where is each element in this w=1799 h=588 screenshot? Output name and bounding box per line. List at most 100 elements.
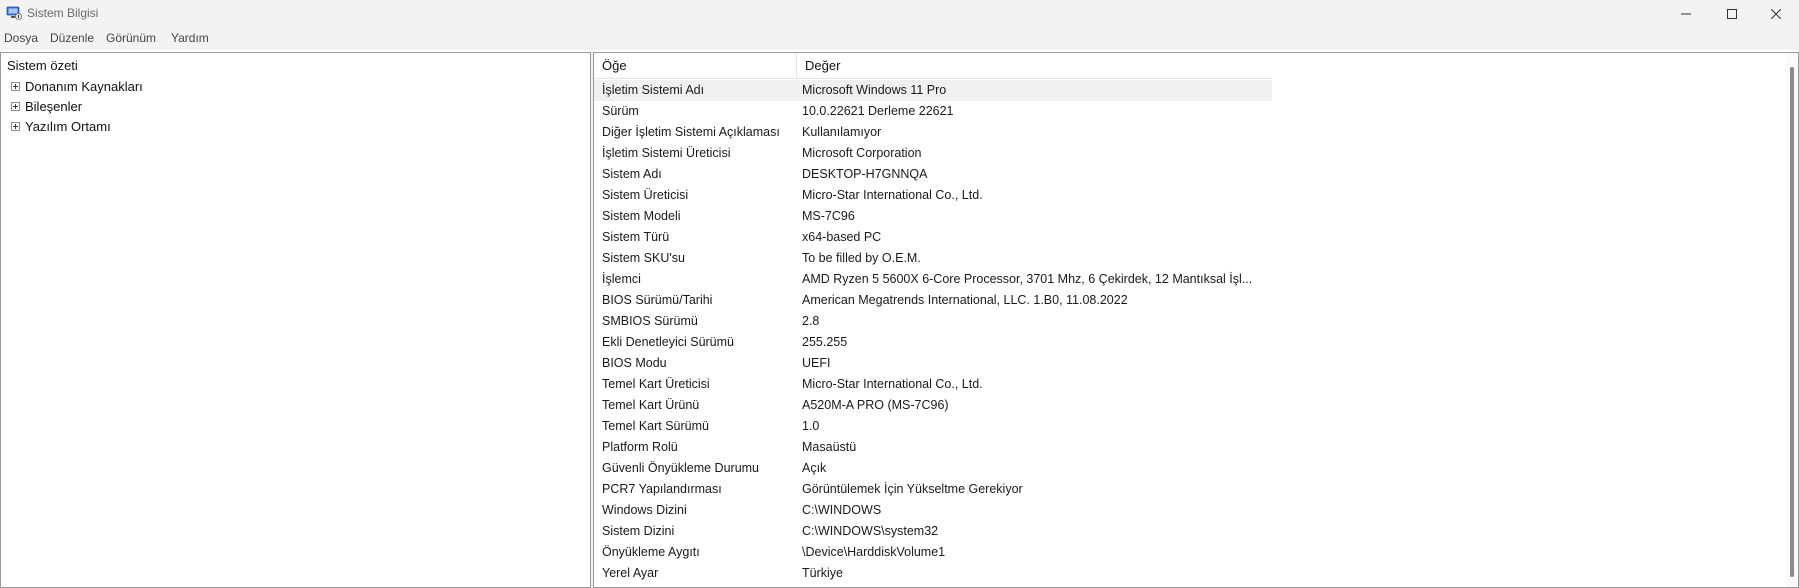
table-row[interactable]: Platform Rolü Masaüstü [594,437,1272,458]
value-cell: UEFI [802,356,831,370]
vertical-scrollbar[interactable] [1787,53,1797,587]
expand-icon[interactable] [11,81,20,91]
menu-duzenle[interactable]: Düzenle [50,31,94,45]
menu-bar: Dosya Düzenle Görünüm Yardım [0,28,1799,50]
menu-dosya[interactable]: Dosya [4,31,38,45]
table-row[interactable]: Sistem Modeli MS-7C96 [594,206,1272,227]
tree-node-label: Yazılım Ortamı [25,118,111,134]
table-row[interactable]: Sistem Adı DESKTOP-H7GNNQA [594,164,1272,185]
value-cell: Micro-Star International Co., Ltd. [802,377,983,391]
system-info-app-icon [6,6,22,20]
value-cell: Masaüstü [802,440,857,454]
value-cell: Microsoft Windows 11 Pro [802,83,947,97]
item-cell: BIOS Modu [602,356,667,370]
table-row[interactable]: İşletim Sistemi Adı Microsoft Windows 11 … [594,80,1272,101]
tree-node-bilesenler[interactable]: Bileşenler [11,97,82,115]
table-row[interactable]: Temel Kart Sürümü 1.0 [594,416,1272,437]
table-row[interactable]: Sistem Üreticisi Micro-Star International… [594,185,1272,206]
item-cell: BIOS Sürümü/Tarihi [602,293,713,307]
table-row[interactable]: Önyükleme Aygıtı \Device\HarddiskVolume1 [594,542,1272,563]
value-cell: Türkiye [802,566,843,580]
window-title: Sistem Bilgisi [27,6,99,20]
table-row[interactable]: Sistem Türü x64-based PC [594,227,1272,248]
maximize-button[interactable] [1709,0,1755,28]
item-cell: Sistem SKU'su [602,251,685,265]
value-cell: A520M-A PRO (MS-7C96) [802,398,949,412]
value-cell: Microsoft Corporation [802,146,922,160]
value-cell: 2.8 [802,314,820,328]
scrollbar-thumb[interactable] [1790,67,1794,577]
table-row[interactable]: Temel Kart Ürünü A520M-A PRO (MS-7C96) [594,395,1272,416]
item-cell: PCR7 Yapılandırması [602,482,722,496]
table-row[interactable]: İşlemci AMD Ryzen 5 5600X 6-Core Processo… [594,269,1272,290]
table-row[interactable]: Temel Kart Üreticisi Micro-Star Internati… [594,374,1272,395]
title-bar[interactable]: Sistem Bilgisi [0,0,1799,28]
menu-yardim[interactable]: Yardım [171,31,209,45]
item-cell: Önyükleme Aygıtı [602,545,700,559]
close-button[interactable] [1753,0,1799,28]
value-cell: 1.0 [802,419,820,433]
value-cell: DESKTOP-H7GNNQA [802,167,928,181]
table-row[interactable]: Sistem SKU'su To be filled by O.E.M. [594,248,1272,269]
item-cell: Platform Rolü [602,440,678,454]
value-cell: x64-based PC [802,230,882,244]
item-cell: İşlemci [602,272,641,286]
item-cell: Yerel Ayar [602,566,659,580]
column-header: Öğe Değer [594,53,1272,79]
value-cell: AMD Ryzen 5 5600X 6-Core Processor, 3701… [802,272,1253,286]
item-cell: İşletim Sistemi Üreticisi [602,146,731,160]
table-row[interactable]: PCR7 Yapılandırması Görüntülemek İçin Yük… [594,479,1272,500]
item-cell: Ekli Denetleyici Sürümü [602,335,734,349]
item-cell: Sürüm [602,104,639,118]
table-row[interactable]: Windows Dizini C:\WINDOWS [594,500,1272,521]
tree-node-donanim-kaynaklari[interactable]: Donanım Kaynakları [11,77,143,95]
column-header-value[interactable]: Değer [797,53,1272,78]
item-cell: Sistem Modeli [602,209,681,223]
tree-node-yazilim-ortami[interactable]: Yazılım Ortamı [11,117,111,135]
item-cell: Temel Kart Sürümü [602,419,709,433]
tree-node-label: Bileşenler [25,98,83,114]
item-cell: Sistem Türü [602,230,670,244]
value-cell: C:\WINDOWS [802,503,882,517]
table-row[interactable]: Ekli Denetleyici Sürümü 255.255 [594,332,1272,353]
item-cell: SMBIOS Sürümü [602,314,698,328]
minimize-button[interactable] [1663,0,1709,28]
value-cell: 10.0.22621 Derleme 22621 [802,104,954,118]
close-icon [1771,9,1781,19]
item-cell: İşletim Sistemi Adı [602,83,705,97]
table-row[interactable]: BIOS Sürümü/Tarihi American Megatrends In… [594,290,1272,311]
value-cell: 255.255 [802,335,848,349]
expand-icon[interactable] [11,121,20,131]
value-cell: MS-7C96 [802,209,855,223]
item-cell: Sistem Adı [602,167,662,181]
value-cell: Micro-Star International Co., Ltd. [802,188,983,202]
value-cell: Görüntülemek İçin Yükseltme Gerekiyor [802,482,1023,496]
table-row[interactable]: Diğer İşletim Sistemi Açıklaması Kullanıl… [594,122,1272,143]
category-tree[interactable]: Sistem özeti Donanım Kaynakları Bileşenl… [0,52,591,588]
table-row[interactable]: Yerel Ayar Türkiye [594,563,1272,584]
value-cell: To be filled by O.E.M. [802,251,921,265]
value-cell: American Megatrends International, LLC. … [802,293,1128,307]
item-cell: Sistem Üreticisi [602,188,689,202]
table-row[interactable]: SMBIOS Sürümü 2.8 [594,311,1272,332]
table-row[interactable]: Güvenli Önyükleme Durumu Açık [594,458,1272,479]
column-header-item[interactable]: Öğe [594,53,797,78]
details-list[interactable]: Öğe Değer İşletim Sistemi Adı Microsoft W… [593,52,1799,588]
tree-root-sistem-ozeti[interactable]: Sistem özeti [7,58,78,73]
expand-icon[interactable] [11,101,20,111]
item-cell: Güvenli Önyükleme Durumu [602,461,760,475]
table-row[interactable]: Sürüm 10.0.22621 Derleme 22621 [594,101,1272,122]
value-cell: \Device\HarddiskVolume1 [802,545,946,559]
table-row[interactable]: İşletim Sistemi Üreticisi Microsoft Corpo… [594,143,1272,164]
table-row[interactable]: Sistem Dizini C:\WINDOWS\system32 [594,521,1272,542]
menu-gorunum[interactable]: Görünüm [106,31,156,45]
table-row[interactable]: BIOS Modu UEFI [594,353,1272,374]
value-cell: Kullanılamıyor [802,125,882,139]
item-cell: Diğer İşletim Sistemi Açıklaması [602,125,780,139]
item-cell: Sistem Dizini [602,524,675,538]
maximize-icon [1727,9,1737,19]
value-cell: Açık [802,461,827,475]
table-body: İşletim Sistemi Adı Microsoft Windows 11 … [594,80,1272,584]
item-cell: Temel Kart Üreticisi [602,377,710,391]
item-cell: Windows Dizini [602,503,687,517]
